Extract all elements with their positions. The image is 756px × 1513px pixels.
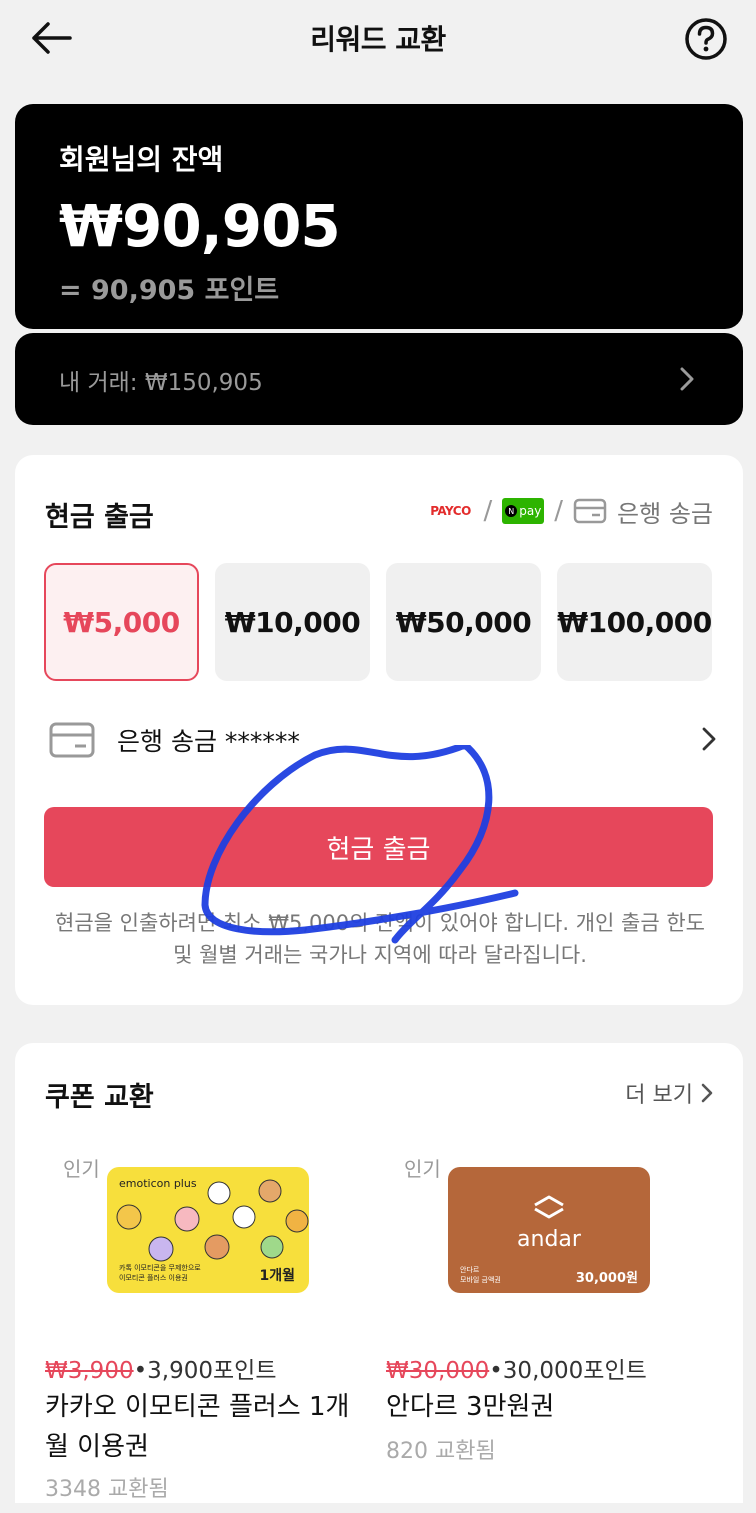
amount-option-5000[interactable]: ₩5,000	[44, 563, 199, 681]
cash-withdraw-button[interactable]: 현금 출금	[44, 807, 713, 887]
emoticon-caption-1: 카톡 이모티콘을 무제한으로	[119, 1264, 201, 1272]
balance-amount: ₩90,905	[59, 192, 341, 260]
emoticon-plus-image: emoticon plus 카톡 이모티콘을 무제한으로 이모티콘 플러스 이용…	[107, 1167, 309, 1293]
popular-badge: 인기	[63, 1157, 100, 1181]
emoticon-period: 1개월	[259, 1268, 295, 1284]
bank-transfer-method: 은행 송금	[573, 494, 713, 529]
bank-account-selector[interactable]: 은행 송금 ******	[45, 720, 717, 760]
separator: /	[554, 496, 564, 526]
coupon-item[interactable]: 인기 emoticon plus 카톡 이모티콘을 무제한으로 이모티콘 플러스…	[45, 1153, 365, 1513]
andar-logo-icon	[534, 1195, 564, 1219]
bank-transfer-label: 은행 송금	[617, 499, 713, 528]
andar-caption-2: 모바일 금액권	[460, 1276, 501, 1284]
cash-withdrawal-title: 현금 출금	[45, 502, 154, 533]
andar-brand: andar	[517, 1227, 581, 1252]
coupon-exchange-title: 쿠폰 교환	[45, 1082, 154, 1113]
chevron-right-icon	[701, 1083, 713, 1103]
exchange-count: 820 교환됨	[386, 1439, 496, 1464]
coupon-name: 안다르 3만원권	[386, 1392, 555, 1422]
separator: /	[483, 496, 493, 526]
help-icon[interactable]	[684, 17, 728, 61]
cash-withdrawal-card: 현금 출금 PAYCO / Npay / 은행 송금 ₩5,000 ₩10,00…	[15, 455, 743, 1005]
see-more-link[interactable]: 더 보기	[625, 1077, 713, 1109]
points-price: •3,900포인트	[133, 1358, 277, 1384]
coupon-name: 카카오 이모티콘 플러스 1개월 이용권	[45, 1392, 350, 1462]
popular-badge: 인기	[404, 1157, 441, 1181]
coupon-price: ₩3,900•3,900포인트	[45, 1351, 277, 1385]
amount-option-50000[interactable]: ₩50,000	[386, 563, 541, 681]
balance-points: = 90,905 포인트	[59, 275, 280, 306]
andar-value: 30,000원	[575, 1271, 638, 1286]
top-bar: 리워드 교환	[0, 0, 756, 78]
points-price: •30,000포인트	[489, 1358, 647, 1384]
coupon-exchange-card: 쿠폰 교환 더 보기 인기 emoticon plus 카톡 이모티콘을 무제한…	[15, 1043, 743, 1503]
my-transactions-row[interactable]: 내 거래: ₩150,905	[15, 333, 743, 425]
amount-option-10000[interactable]: ₩10,000	[215, 563, 370, 681]
balance-label: 회원님의 잔액	[59, 143, 224, 176]
coupon-price: ₩30,000•30,000포인트	[386, 1351, 647, 1385]
emoticon-caption-2: 이모티콘 플러스 이용권	[119, 1274, 188, 1282]
payment-methods: PAYCO / Npay / 은행 송금	[428, 494, 713, 529]
see-more-label: 더 보기	[625, 1083, 693, 1108]
my-transactions-label: 내 거래: ₩150,905	[59, 370, 263, 396]
original-price: ₩3,900	[45, 1358, 134, 1384]
balance-card: 회원님의 잔액 ₩90,905 = 90,905 포인트	[15, 104, 743, 329]
coupon-item[interactable]: 인기 andar 안다르 모바일 금액권 30,000원 ₩30,000•30,…	[386, 1153, 706, 1513]
card-icon	[573, 498, 607, 524]
npay-logo: Npay	[502, 498, 545, 524]
andar-gift-card-image: andar 안다르 모바일 금액권 30,000원	[448, 1167, 650, 1293]
exchange-count: 3348 교환됨	[45, 1477, 169, 1502]
withdrawal-notice: 현금을 인출하려면 최소 ₩5,000의 잔액이 있어야 합니다. 개인 출금 …	[55, 911, 705, 967]
chevron-right-icon	[701, 726, 717, 752]
chevron-right-icon	[677, 365, 697, 393]
andar-caption-1: 안다르	[460, 1266, 480, 1274]
payco-logo: PAYCO	[430, 504, 471, 518]
amount-option-100000[interactable]: ₩100,000	[557, 563, 712, 681]
original-price: ₩30,000	[386, 1358, 490, 1384]
page-title: 리워드 교환	[310, 23, 446, 56]
bank-account-label: 은행 송금 ******	[117, 727, 300, 756]
card-icon	[49, 722, 95, 758]
